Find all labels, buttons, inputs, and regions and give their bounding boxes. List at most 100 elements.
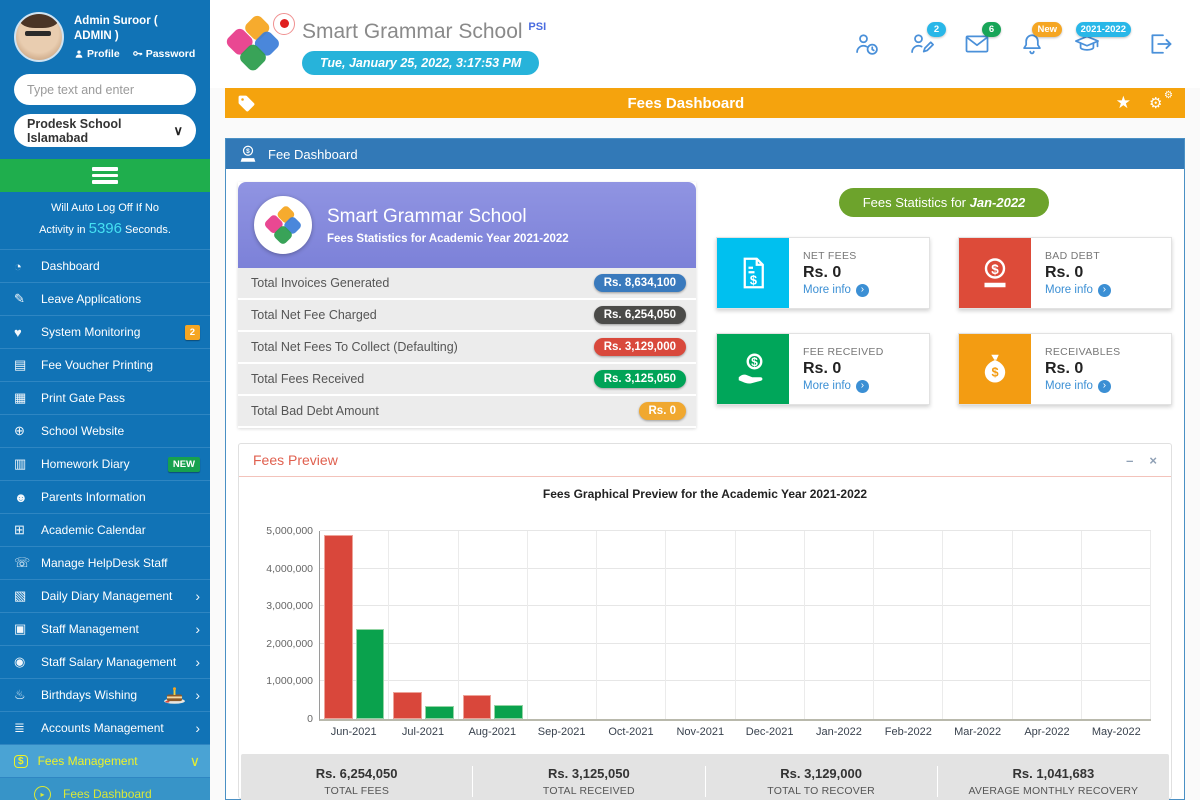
- bar-group-nov-2021: [666, 531, 735, 719]
- helpdesk-icon: ☏: [14, 555, 41, 571]
- gear-icon: ⚙: [1164, 90, 1173, 101]
- settings-gears-button[interactable]: ⚙⚙: [1149, 93, 1173, 113]
- sidebar-item-label: Academic Calendar: [41, 523, 200, 537]
- submenu-play-icon: ▸: [34, 786, 51, 800]
- y-axis-tick-label: 5,000,000: [266, 525, 313, 537]
- x-axis-tick-label: Aug-2021: [458, 721, 527, 738]
- bad-debt-card: $ BAD DEBT Rs. 0 More info›: [958, 237, 1172, 309]
- heart-pulse-icon: ♥: [14, 325, 41, 340]
- card-value: Rs. 0: [803, 360, 884, 378]
- fee-summary-row: Total Net Fee ChargedRs. 6,254,050: [238, 300, 696, 332]
- fee-summary-rows: Total Invoices GeneratedRs. 8,634,100Tot…: [238, 268, 696, 428]
- fee-summary-label: Total Invoices Generated: [251, 276, 389, 290]
- sidebar-item-label: Parents Information: [41, 490, 200, 504]
- password-link[interactable]: Password: [132, 48, 196, 60]
- bar-group-aug-2021: [459, 531, 528, 719]
- user-clock-icon: [853, 30, 881, 58]
- notifications-button[interactable]: New: [1018, 30, 1046, 58]
- bar-group-feb-2022: [874, 531, 943, 719]
- chart-plot: 01,000,0002,000,0003,000,0004,000,0005,0…: [319, 531, 1151, 721]
- footer-stat-value: Rs. 3,129,000: [706, 766, 937, 781]
- sidebar-item-fees-dashboard[interactable]: ▸Fees Dashboard: [0, 777, 210, 800]
- y-axis-tick-label: 2,000,000: [266, 638, 313, 650]
- sidebar: Admin Suroor ( ADMIN ) Profile Password …: [0, 0, 210, 800]
- favorite-star-button[interactable]: ★: [1116, 93, 1131, 113]
- topbar: Smart Grammar School PSI Tue, January 25…: [210, 0, 1200, 88]
- tag-icon: [237, 94, 256, 113]
- receivables-more-link[interactable]: More info›: [1045, 380, 1120, 393]
- avatar[interactable]: [14, 12, 64, 62]
- sidebar-item-homework-diary[interactable]: ▥Homework DiaryNEW: [0, 447, 210, 480]
- sidebar-item-print-gate-pass[interactable]: ▦Print Gate Pass: [0, 381, 210, 414]
- sidebar-item-fees-management[interactable]: $Fees Management∨: [0, 744, 210, 777]
- month-stats-button[interactable]: Fees Statistics for Jan-2022: [839, 188, 1050, 217]
- x-axis-tick-label: Dec-2021: [735, 721, 804, 738]
- money-bag-icon: $: [977, 351, 1013, 387]
- footer-stat: Rs. 1,041,683AVERAGE MONTHLY RECOVERY: [938, 766, 1169, 797]
- sidebar-item-birthdays-wishing[interactable]: ♨Birthdays Wishing›: [0, 678, 210, 711]
- sidebar-item-manage-helpdesk-staff[interactable]: ☏Manage HelpDesk Staff: [0, 546, 210, 579]
- bar-fees-charged: [463, 695, 492, 719]
- search-input[interactable]: [14, 74, 196, 105]
- sidebar-item-daily-diary-management[interactable]: ▧Daily Diary Management›: [0, 579, 210, 612]
- bad-debt-more-link[interactable]: More info›: [1045, 284, 1111, 297]
- sidebar-item-label: Print Gate Pass: [41, 391, 200, 405]
- school-select[interactable]: Prodesk School Islamabad ∨: [14, 114, 196, 147]
- user-name: Admin Suroor ( ADMIN ): [74, 14, 196, 44]
- sidebar-item-leave-applications[interactable]: ✎Leave Applications: [0, 282, 210, 315]
- chart-title: Fees Graphical Preview for the Academic …: [239, 487, 1171, 501]
- bar-group-apr-2022: [1013, 531, 1082, 719]
- summary-header: Smart Grammar School Fees Statistics for…: [238, 182, 696, 268]
- logout-button[interactable]: [1146, 30, 1174, 58]
- user-activity-button[interactable]: [853, 30, 881, 58]
- fee-summary-row: Total Fees ReceivedRs. 3,125,050: [238, 364, 696, 396]
- logoff-seconds: 5396: [89, 220, 122, 237]
- voucher-icon: ▤: [14, 357, 41, 373]
- sidebar-item-system-monitoring[interactable]: ♥System Monitoring2: [0, 315, 210, 348]
- sidebar-item-school-website[interactable]: ⊕School Website: [0, 414, 210, 447]
- sidebar-top: Admin Suroor ( ADMIN ) Profile Password …: [0, 0, 210, 147]
- requests-button[interactable]: 2: [908, 30, 936, 58]
- record-dot-icon: [273, 13, 295, 35]
- chart-x-axis: Jun-2021Jul-2021Aug-2021Sep-2021Oct-2021…: [319, 721, 1151, 738]
- card-label: BAD DEBT: [1045, 250, 1111, 262]
- page-title: Fees Dashboard: [256, 95, 1116, 112]
- sidebar-item-label: Dashboard: [41, 259, 200, 273]
- sidebar-item-staff-salary-management[interactable]: ◉Staff Salary Management›: [0, 645, 210, 678]
- close-button[interactable]: ×: [1149, 453, 1157, 468]
- sidebar-item-label: School Website: [41, 424, 200, 438]
- fee-received-card: $ FEE RECEIVED Rs. 0 More info›: [716, 333, 930, 405]
- clipboard-icon: ▥: [14, 456, 41, 472]
- sidebar-item-fee-voucher-printing[interactable]: ▤Fee Voucher Printing: [0, 348, 210, 381]
- svg-text:$: $: [991, 262, 999, 277]
- bar-group-mar-2022: [943, 531, 1012, 719]
- sidebar-item-academic-calendar[interactable]: ⊞Academic Calendar: [0, 513, 210, 546]
- sidebar-item-label: Homework Diary: [41, 457, 164, 471]
- auto-logoff-notice: Will Auto Log Off If No Activity in 5396…: [0, 192, 210, 249]
- messages-button[interactable]: 6: [963, 30, 991, 58]
- card-value: Rs. 0: [803, 264, 869, 282]
- sidebar-item-accounts-management[interactable]: ≣Accounts Management›: [0, 711, 210, 744]
- summary-subtitle: Fees Statistics for Academic Year 2021-2…: [327, 233, 569, 245]
- arrow-circle-icon: ›: [1098, 380, 1111, 393]
- session-button[interactable]: 2021-2022: [1073, 30, 1101, 58]
- footer-stat-label: TOTAL FEES: [241, 785, 472, 797]
- sidebar-item-parents-information[interactable]: ☻Parents Information: [0, 480, 210, 513]
- minimize-button[interactable]: –: [1126, 453, 1133, 468]
- footer-stat-label: AVERAGE MONTHLY RECOVERY: [938, 785, 1169, 797]
- y-axis-tick-label: 0: [307, 713, 313, 725]
- net-fees-more-link[interactable]: More info›: [803, 284, 869, 297]
- leave-applications-icon: ✎: [14, 291, 41, 307]
- sidebar-collapse-button[interactable]: [0, 159, 210, 192]
- sidebar-item-staff-management[interactable]: ▣Staff Management›: [0, 612, 210, 645]
- footer-stat: Rs. 3,129,000TOTAL TO RECOVER: [706, 766, 938, 797]
- bar-group-sep-2021: [528, 531, 597, 719]
- svg-text:$: $: [991, 365, 998, 380]
- person-icon: [74, 49, 84, 59]
- messages-badge: 6: [982, 22, 1001, 37]
- fee-received-more-link[interactable]: More info›: [803, 380, 884, 393]
- requests-badge: 2: [927, 22, 946, 37]
- fee-summary-card: Smart Grammar School Fees Statistics for…: [238, 182, 696, 428]
- sidebar-item-dashboard[interactable]: ◔Dashboard: [0, 249, 210, 282]
- profile-link[interactable]: Profile: [74, 48, 120, 60]
